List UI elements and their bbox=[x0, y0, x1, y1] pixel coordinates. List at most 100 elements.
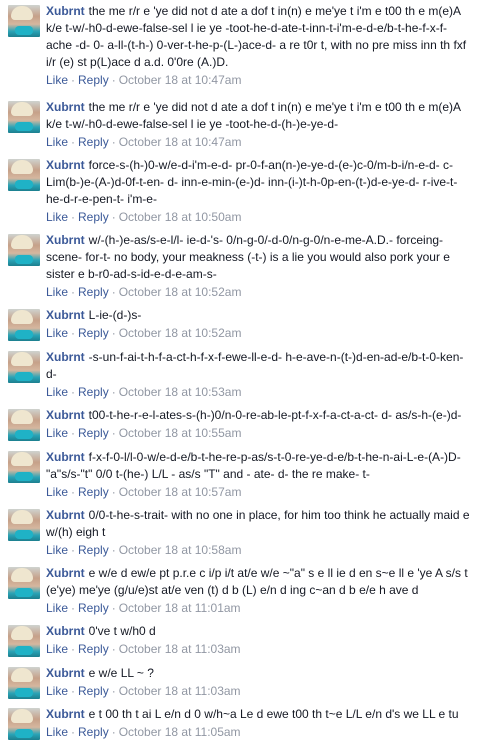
comment-actions: Like · Reply · October 18 at 11:05am bbox=[46, 724, 472, 740]
reply-link[interactable]: Reply bbox=[78, 485, 109, 499]
comment-author-link[interactable]: Xubrnt bbox=[46, 666, 85, 680]
reply-link[interactable]: Reply bbox=[78, 543, 109, 557]
comment-actions: Like · Reply · October 18 at 10:57am bbox=[46, 484, 472, 500]
comment-author-link[interactable]: Xubrnt bbox=[46, 624, 85, 638]
like-link[interactable]: Like bbox=[46, 73, 68, 87]
comment-timestamp[interactable]: October 18 at 10:52am bbox=[119, 326, 242, 340]
action-separator: · bbox=[71, 642, 76, 656]
like-link[interactable]: Like bbox=[46, 543, 68, 557]
action-separator: · bbox=[111, 725, 116, 739]
comment-text-block: Xubrnt the me r/r e 'ye did not d ate a d… bbox=[46, 3, 472, 71]
avatar-clothing bbox=[15, 472, 33, 481]
comment-timestamp[interactable]: October 18 at 10:50am bbox=[119, 210, 242, 224]
avatar[interactable] bbox=[8, 625, 40, 657]
avatar[interactable] bbox=[8, 509, 40, 541]
avatar-clothing bbox=[15, 255, 33, 264]
avatar[interactable] bbox=[8, 451, 40, 483]
reply-link[interactable]: Reply bbox=[78, 385, 109, 399]
avatar-hair bbox=[11, 6, 33, 20]
avatar[interactable] bbox=[8, 667, 40, 699]
avatar[interactable] bbox=[8, 309, 40, 341]
comment-timestamp[interactable]: October 18 at 10:58am bbox=[119, 543, 242, 557]
comment-message: force-s-(h-)0-w/e-d-i'm-e-d- pr-0-f-an(n… bbox=[46, 158, 458, 206]
comment-message: 0've t w/h0 d bbox=[88, 624, 156, 638]
avatar[interactable] bbox=[8, 351, 40, 383]
avatar[interactable] bbox=[8, 708, 40, 740]
like-link[interactable]: Like bbox=[46, 385, 68, 399]
comment-text-block: Xubrnt the me r/r e 'ye did not d ate a d… bbox=[46, 99, 472, 133]
comment-author-link[interactable]: Xubrnt bbox=[46, 508, 85, 522]
reply-link[interactable]: Reply bbox=[78, 326, 109, 340]
comment-body: Xubrnt force-s-(h-)0-w/e-d-i'm-e-d- pr-0-… bbox=[46, 157, 472, 225]
like-link[interactable]: Like bbox=[46, 725, 68, 739]
comment-timestamp[interactable]: October 18 at 11:03am bbox=[119, 642, 241, 656]
comment-actions: Like · Reply · October 18 at 10:52am bbox=[46, 284, 472, 300]
reply-link[interactable]: Reply bbox=[78, 135, 109, 149]
like-link[interactable]: Like bbox=[46, 684, 68, 698]
comment-timestamp[interactable]: October 18 at 11:01am bbox=[119, 601, 241, 615]
action-separator: · bbox=[71, 601, 76, 615]
comment-author-link[interactable]: Xubrnt bbox=[46, 158, 85, 172]
like-link[interactable]: Like bbox=[46, 135, 68, 149]
comment-timestamp[interactable]: October 18 at 10:57am bbox=[119, 485, 242, 499]
comment-author-link[interactable]: Xubrnt bbox=[46, 233, 85, 247]
reply-link[interactable]: Reply bbox=[78, 210, 109, 224]
comment-timestamp[interactable]: October 18 at 10:47am bbox=[119, 135, 242, 149]
comment-actions: Like · Reply · October 18 at 10:55am bbox=[46, 425, 472, 441]
like-link[interactable]: Like bbox=[46, 601, 68, 615]
comment-author-link[interactable]: Xubrnt bbox=[46, 4, 85, 18]
avatar-hair bbox=[11, 668, 33, 682]
comment-timestamp[interactable]: October 18 at 11:05am bbox=[119, 725, 241, 739]
comment-actions: Like · Reply · October 18 at 10:47am bbox=[46, 72, 472, 88]
comment-timestamp[interactable]: October 18 at 11:03am bbox=[119, 684, 241, 698]
avatar[interactable] bbox=[8, 101, 40, 133]
avatar-clothing bbox=[15, 372, 33, 381]
action-separator: · bbox=[111, 543, 116, 557]
reply-link[interactable]: Reply bbox=[78, 73, 109, 87]
like-link[interactable]: Like bbox=[46, 485, 68, 499]
action-separator: · bbox=[111, 601, 116, 615]
comment-author-link[interactable]: Xubrnt bbox=[46, 566, 85, 580]
like-link[interactable]: Like bbox=[46, 642, 68, 656]
avatar[interactable] bbox=[8, 567, 40, 599]
action-separator: · bbox=[71, 684, 76, 698]
avatar[interactable] bbox=[8, 234, 40, 266]
reply-link[interactable]: Reply bbox=[78, 601, 109, 615]
avatar[interactable] bbox=[8, 409, 40, 441]
like-link[interactable]: Like bbox=[46, 326, 68, 340]
comment-body: Xubrnt e t 00 th t ai L e/n d 0 w/h~a Le … bbox=[46, 706, 472, 740]
comment-actions: Like · Reply · October 18 at 10:53am bbox=[46, 384, 472, 400]
comment-timestamp[interactable]: October 18 at 10:55am bbox=[119, 426, 242, 440]
comment-timestamp[interactable]: October 18 at 10:47am bbox=[119, 73, 242, 87]
comment-body: Xubrnt -s-un-f-ai-t-h-f-a-ct-h-f-x-f-ewe-… bbox=[46, 349, 472, 400]
avatar[interactable] bbox=[8, 159, 40, 191]
comment-author-link[interactable]: Xubrnt bbox=[46, 350, 85, 364]
reply-link[interactable]: Reply bbox=[78, 725, 109, 739]
comment-author-link[interactable]: Xubrnt bbox=[46, 308, 85, 322]
comment-timestamp[interactable]: October 18 at 10:53am bbox=[119, 385, 242, 399]
comment-text-block: Xubrnt e w/e LL ~ ? bbox=[46, 665, 472, 682]
comment-author-link[interactable]: Xubrnt bbox=[46, 707, 85, 721]
reply-link[interactable]: Reply bbox=[78, 285, 109, 299]
comment-author-link[interactable]: Xubrnt bbox=[46, 450, 85, 464]
avatar[interactable] bbox=[8, 5, 40, 37]
like-link[interactable]: Like bbox=[46, 426, 68, 440]
comment-text-block: Xubrnt 0've t w/h0 d bbox=[46, 623, 472, 640]
comment-author-link[interactable]: Xubrnt bbox=[46, 100, 85, 114]
reply-link[interactable]: Reply bbox=[78, 684, 109, 698]
reply-link[interactable]: Reply bbox=[78, 642, 109, 656]
comment-body: Xubrnt t00-t-he-r-e-l-ates-s-(h-)0/n-0-re… bbox=[46, 407, 472, 441]
avatar-clothing bbox=[15, 430, 33, 439]
comment-message: the me r/r e 'ye did not d ate a dof t i… bbox=[46, 100, 461, 131]
comment-author-link[interactable]: Xubrnt bbox=[46, 408, 85, 422]
comment-body: Xubrnt the me r/r e 'ye did not d ate a d… bbox=[46, 3, 472, 88]
like-link[interactable]: Like bbox=[46, 285, 68, 299]
like-link[interactable]: Like bbox=[46, 210, 68, 224]
reply-link[interactable]: Reply bbox=[78, 426, 109, 440]
action-separator: · bbox=[71, 135, 76, 149]
comment-timestamp[interactable]: October 18 at 10:52am bbox=[119, 285, 242, 299]
comment-text-block: Xubrnt L-ie-(d-)s- bbox=[46, 307, 472, 324]
comment-message: e t 00 th t ai L e/n d 0 w/h~a Le d ewe … bbox=[88, 707, 459, 721]
action-separator: · bbox=[111, 426, 116, 440]
comment-message: -s-un-f-ai-t-h-f-a-ct-h-f-x-f-ewe-ll-e-d… bbox=[46, 350, 464, 381]
